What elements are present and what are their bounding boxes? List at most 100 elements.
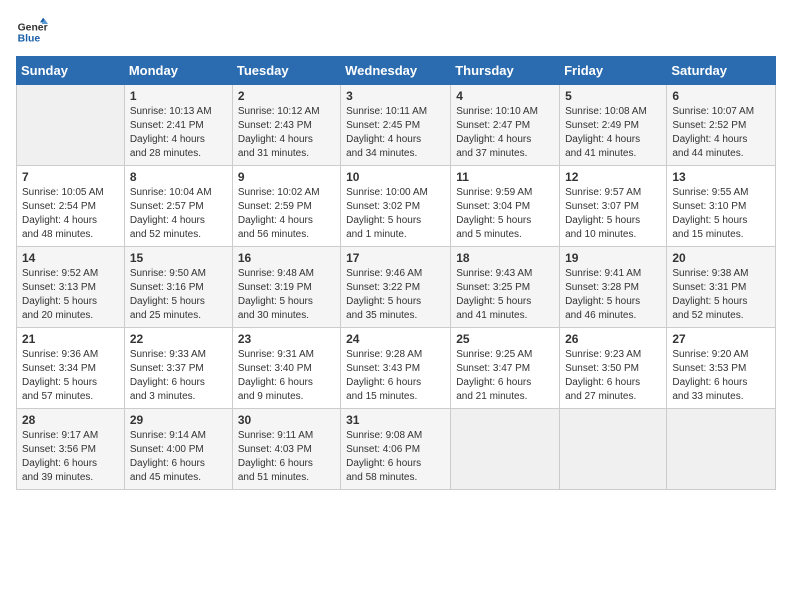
calendar-table: SundayMondayTuesdayWednesdayThursdayFrid…	[16, 56, 776, 490]
day-number: 22	[130, 332, 227, 346]
calendar-cell	[667, 409, 776, 490]
day-number: 9	[238, 170, 335, 184]
day-number: 14	[22, 251, 119, 265]
calendar-cell: 25 Sunrise: 9:25 AM Sunset: 3:47 PM Dayli…	[451, 328, 560, 409]
calendar-cell: 14 Sunrise: 9:52 AM Sunset: 3:13 PM Dayli…	[17, 247, 125, 328]
day-number: 3	[346, 89, 445, 103]
calendar-cell: 8 Sunrise: 10:04 AM Sunset: 2:57 PM Dayli…	[124, 166, 232, 247]
day-number: 4	[456, 89, 554, 103]
day-number: 8	[130, 170, 227, 184]
calendar-cell: 30 Sunrise: 9:11 AM Sunset: 4:03 PM Dayli…	[232, 409, 340, 490]
calendar-week-1: 1 Sunrise: 10:13 AM Sunset: 2:41 PM Dayli…	[17, 85, 776, 166]
day-info: Sunrise: 10:00 AM Sunset: 3:02 PM Daylig…	[346, 186, 445, 242]
logo: General Blue	[16, 16, 48, 48]
calendar-cell: 6 Sunrise: 10:07 AM Sunset: 2:52 PM Dayli…	[667, 85, 776, 166]
day-number: 5	[565, 89, 661, 103]
day-info: Sunrise: 9:23 AM Sunset: 3:50 PM Dayligh…	[565, 348, 661, 404]
calendar-cell: 18Sunrise: 9:43 AM Sunset: 3:25 PM Dayli…	[451, 247, 560, 328]
day-number: 11	[456, 170, 554, 184]
day-number: 6	[672, 89, 770, 103]
calendar-cell: 7Sunrise: 10:05 AM Sunset: 2:54 PM Dayli…	[17, 166, 125, 247]
calendar-cell: 20 Sunrise: 9:38 AM Sunset: 3:31 PM Dayli…	[667, 247, 776, 328]
day-info: Sunrise: 9:17 AM Sunset: 3:56 PM Dayligh…	[22, 429, 119, 485]
calendar-cell: 9 Sunrise: 10:02 AM Sunset: 2:59 PM Dayli…	[232, 166, 340, 247]
day-number: 17	[346, 251, 445, 265]
day-info: Sunrise: 9:43 AM Sunset: 3:25 PM Dayligh…	[456, 267, 554, 323]
calendar-cell: 1 Sunrise: 10:13 AM Sunset: 2:41 PM Dayli…	[124, 85, 232, 166]
day-number: 13	[672, 170, 770, 184]
day-number: 30	[238, 413, 335, 427]
day-info: Sunrise: 9:08 AM Sunset: 4:06 PM Dayligh…	[346, 429, 445, 485]
day-number: 25	[456, 332, 554, 346]
weekday-header-friday: Friday	[560, 57, 667, 85]
calendar-week-5: 28 Sunrise: 9:17 AM Sunset: 3:56 PM Dayli…	[17, 409, 776, 490]
day-number: 12	[565, 170, 661, 184]
day-number: 15	[130, 251, 227, 265]
day-info: Sunrise: 9:28 AM Sunset: 3:43 PM Dayligh…	[346, 348, 445, 404]
day-number: 28	[22, 413, 119, 427]
calendar-cell: 10 Sunrise: 10:00 AM Sunset: 3:02 PM Dayl…	[341, 166, 451, 247]
weekday-header-saturday: Saturday	[667, 57, 776, 85]
day-info: Sunrise: 10:02 AM Sunset: 2:59 PM Daylig…	[238, 186, 335, 242]
day-info: Sunrise: 9:20 AM Sunset: 3:53 PM Dayligh…	[672, 348, 770, 404]
day-number: 24	[346, 332, 445, 346]
day-info: Sunrise: 9:46 AM Sunset: 3:22 PM Dayligh…	[346, 267, 445, 323]
calendar-cell: 19Sunrise: 9:41 AM Sunset: 3:28 PM Dayli…	[560, 247, 667, 328]
day-info: Sunrise: 9:50 AM Sunset: 3:16 PM Dayligh…	[130, 267, 227, 323]
calendar-week-3: 14 Sunrise: 9:52 AM Sunset: 3:13 PM Dayli…	[17, 247, 776, 328]
logo-icon: General Blue	[16, 16, 48, 48]
day-info: Sunrise: 9:14 AM Sunset: 4:00 PM Dayligh…	[130, 429, 227, 485]
svg-text:General: General	[18, 22, 48, 33]
page-header: General Blue	[16, 16, 776, 48]
calendar-cell: 21 Sunrise: 9:36 AM Sunset: 3:34 PM Dayli…	[17, 328, 125, 409]
calendar-cell: 12Sunrise: 9:57 AM Sunset: 3:07 PM Dayli…	[560, 166, 667, 247]
day-number: 20	[672, 251, 770, 265]
calendar-week-2: 7Sunrise: 10:05 AM Sunset: 2:54 PM Dayli…	[17, 166, 776, 247]
day-number: 27	[672, 332, 770, 346]
day-info: Sunrise: 10:13 AM Sunset: 2:41 PM Daylig…	[130, 105, 227, 161]
weekday-header-wednesday: Wednesday	[341, 57, 451, 85]
weekday-header-sunday: Sunday	[17, 57, 125, 85]
day-number: 16	[238, 251, 335, 265]
calendar-cell: 3 Sunrise: 10:11 AM Sunset: 2:45 PM Dayli…	[341, 85, 451, 166]
day-number: 10	[346, 170, 445, 184]
weekday-header-thursday: Thursday	[451, 57, 560, 85]
day-info: Sunrise: 9:11 AM Sunset: 4:03 PM Dayligh…	[238, 429, 335, 485]
day-info: Sunrise: 10:12 AM Sunset: 2:43 PM Daylig…	[238, 105, 335, 161]
weekday-header-tuesday: Tuesday	[232, 57, 340, 85]
day-number: 23	[238, 332, 335, 346]
calendar-cell: 31 Sunrise: 9:08 AM Sunset: 4:06 PM Dayli…	[341, 409, 451, 490]
header-row: SundayMondayTuesdayWednesdayThursdayFrid…	[17, 57, 776, 85]
calendar-week-4: 21 Sunrise: 9:36 AM Sunset: 3:34 PM Dayli…	[17, 328, 776, 409]
day-info: Sunrise: 9:31 AM Sunset: 3:40 PM Dayligh…	[238, 348, 335, 404]
day-info: Sunrise: 10:08 AM Sunset: 2:49 PM Daylig…	[565, 105, 661, 161]
calendar-cell: 13 Sunrise: 9:55 AM Sunset: 3:10 PM Dayli…	[667, 166, 776, 247]
calendar-cell: 23 Sunrise: 9:31 AM Sunset: 3:40 PM Dayli…	[232, 328, 340, 409]
day-info: Sunrise: 9:59 AM Sunset: 3:04 PM Dayligh…	[456, 186, 554, 242]
day-number: 31	[346, 413, 445, 427]
day-number: 26	[565, 332, 661, 346]
calendar-cell: 24 Sunrise: 9:28 AM Sunset: 3:43 PM Dayli…	[341, 328, 451, 409]
day-info: Sunrise: 9:36 AM Sunset: 3:34 PM Dayligh…	[22, 348, 119, 404]
calendar-cell: 22Sunrise: 9:33 AM Sunset: 3:37 PM Dayli…	[124, 328, 232, 409]
calendar-cell: 5 Sunrise: 10:08 AM Sunset: 2:49 PM Dayli…	[560, 85, 667, 166]
day-number: 7	[22, 170, 119, 184]
day-number: 2	[238, 89, 335, 103]
day-info: Sunrise: 9:55 AM Sunset: 3:10 PM Dayligh…	[672, 186, 770, 242]
day-info: Sunrise: 9:52 AM Sunset: 3:13 PM Dayligh…	[22, 267, 119, 323]
day-number: 21	[22, 332, 119, 346]
calendar-cell	[451, 409, 560, 490]
calendar-cell: 28 Sunrise: 9:17 AM Sunset: 3:56 PM Dayli…	[17, 409, 125, 490]
day-info: Sunrise: 9:38 AM Sunset: 3:31 PM Dayligh…	[672, 267, 770, 323]
day-info: Sunrise: 10:07 AM Sunset: 2:52 PM Daylig…	[672, 105, 770, 161]
day-info: Sunrise: 9:41 AM Sunset: 3:28 PM Dayligh…	[565, 267, 661, 323]
day-info: Sunrise: 10:11 AM Sunset: 2:45 PM Daylig…	[346, 105, 445, 161]
day-info: Sunrise: 9:25 AM Sunset: 3:47 PM Dayligh…	[456, 348, 554, 404]
calendar-cell: 15 Sunrise: 9:50 AM Sunset: 3:16 PM Dayli…	[124, 247, 232, 328]
day-number: 29	[130, 413, 227, 427]
day-number: 1	[130, 89, 227, 103]
calendar-cell: 2 Sunrise: 10:12 AM Sunset: 2:43 PM Dayli…	[232, 85, 340, 166]
calendar-cell	[560, 409, 667, 490]
day-info: Sunrise: 10:04 AM Sunset: 2:57 PM Daylig…	[130, 186, 227, 242]
svg-text:Blue: Blue	[18, 34, 41, 45]
